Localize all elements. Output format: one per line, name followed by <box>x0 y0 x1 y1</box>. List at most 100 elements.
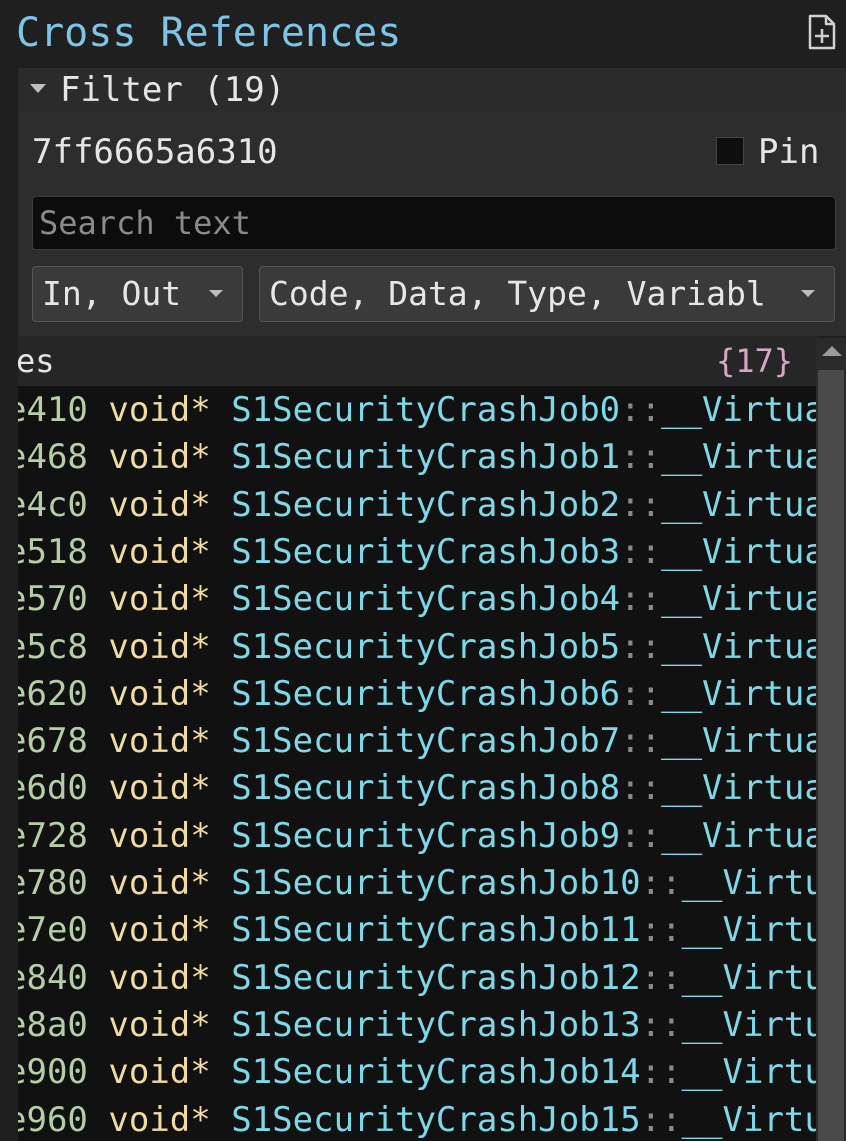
xref-member: __Virtua <box>661 390 816 430</box>
xref-scope-separator: :: <box>620 673 662 714</box>
xref-type: void* <box>108 1052 211 1093</box>
xref-row[interactable]: e780 void* S1SecurityCrashJob10::__Virtu <box>18 860 816 907</box>
xref-symbol: S1SecurityCrashJob2 <box>231 484 621 525</box>
xref-row[interactable]: e5c8 void* S1SecurityCrashJob5::__Virtua <box>18 624 816 671</box>
chevron-down-icon <box>209 290 223 297</box>
xref-symbol: S1SecurityCrashJob15 <box>231 1099 641 1140</box>
xref-row[interactable]: e728 void* S1SecurityCrashJob9::__Virtua <box>18 813 816 860</box>
xref-scope-separator: :: <box>640 1099 682 1140</box>
xref-symbol: S1SecurityCrashJob5 <box>231 626 621 667</box>
xref-row[interactable]: e4c0 void* S1SecurityCrashJob2::__Virtua <box>18 482 816 529</box>
scroll-up-arrow-icon[interactable] <box>822 346 842 356</box>
xref-row[interactable]: e6d0 void* S1SecurityCrashJob8::__Virtua <box>18 765 816 812</box>
xref-member: __Virtua <box>661 768 816 809</box>
xref-scope-separator: :: <box>620 579 662 620</box>
xref-address: e5c8 <box>18 626 88 667</box>
xref-type: void* <box>108 484 211 525</box>
xref-address: e518 <box>18 531 88 572</box>
xref-symbol: S1SecurityCrashJob7 <box>231 721 621 762</box>
xref-scope-separator: :: <box>620 721 662 762</box>
new-pane-button[interactable] <box>806 14 838 50</box>
xref-scope-separator: :: <box>640 957 682 998</box>
xref-symbol: S1SecurityCrashJob4 <box>231 579 621 620</box>
xref-row[interactable]: e960 void* S1SecurityCrashJob15::__Virtu <box>18 1097 816 1141</box>
xref-member: __Virtu <box>681 1099 816 1140</box>
xref-symbol: S1SecurityCrashJob10 <box>231 863 641 903</box>
xref-scope-separator: :: <box>640 1052 682 1093</box>
xref-scope-separator: :: <box>620 768 662 809</box>
xref-member: __Virtua <box>661 815 816 856</box>
xref-type: void* <box>108 437 211 478</box>
xref-member: __Virtua <box>661 484 816 525</box>
xref-row[interactable]: e518 void* S1SecurityCrashJob3::__Virtua <box>18 529 816 576</box>
results-header <box>18 336 818 386</box>
xref-row[interactable]: e468 void* S1SecurityCrashJob1::__Virtua <box>18 434 816 481</box>
xref-address: e840 <box>18 957 88 998</box>
xref-type: void* <box>108 910 211 951</box>
xref-row[interactable]: e410 void* S1SecurityCrashJob0::__Virtua <box>18 387 816 434</box>
xref-row[interactable]: e840 void* S1SecurityCrashJob12::__Virtu <box>18 955 816 1002</box>
xref-type: void* <box>108 768 211 809</box>
xref-member: __Virtu <box>681 910 816 951</box>
xref-address: e728 <box>18 815 88 856</box>
xref-type: void* <box>108 531 211 572</box>
scrollbar-thumb[interactable] <box>818 370 844 1141</box>
xref-member: __Virtu <box>681 957 816 998</box>
xref-symbol: S1SecurityCrashJob11 <box>231 910 641 951</box>
pin-label[interactable]: Pin <box>758 128 819 176</box>
xref-type: void* <box>108 721 211 762</box>
xref-address: e4c0 <box>18 484 88 525</box>
xref-address: e780 <box>18 863 88 903</box>
xref-scope-separator: :: <box>640 863 682 903</box>
xref-member: __Virtua <box>661 626 816 667</box>
xref-scope-separator: :: <box>620 815 662 856</box>
xref-address: e6d0 <box>18 768 88 809</box>
search-input[interactable] <box>32 196 836 250</box>
results-header-label[interactable]: es <box>16 336 55 386</box>
xref-row[interactable]: e7e0 void* S1SecurityCrashJob11::__Virtu <box>18 907 816 954</box>
xref-symbol: S1SecurityCrashJob9 <box>231 815 621 856</box>
xref-scope-separator: :: <box>620 390 662 430</box>
type-dropdown[interactable]: Code, Data, Type, Variabl <box>259 266 835 322</box>
direction-dropdown[interactable]: In, Out <box>32 266 243 322</box>
xref-address: e8a0 <box>18 1004 88 1045</box>
xref-member: __Virtu <box>681 1004 816 1045</box>
xref-symbol: S1SecurityCrashJob14 <box>231 1052 641 1093</box>
xref-type: void* <box>108 815 211 856</box>
xref-type: void* <box>108 579 211 620</box>
xref-scope-separator: :: <box>620 626 662 667</box>
xref-row[interactable]: e570 void* S1SecurityCrashJob4::__Virtua <box>18 576 816 623</box>
new-document-plus-icon <box>808 14 836 50</box>
xref-symbol: S1SecurityCrashJob0 <box>231 390 621 430</box>
xref-symbol: S1SecurityCrashJob6 <box>231 673 621 714</box>
xref-row[interactable]: e620 void* S1SecurityCrashJob6::__Virtua <box>18 671 816 718</box>
xref-symbol: S1SecurityCrashJob12 <box>231 957 641 998</box>
results-list: e410 void* S1SecurityCrashJob0::__Virtua… <box>18 386 816 1141</box>
panel-title: Cross References <box>16 10 402 56</box>
xref-row[interactable]: e678 void* S1SecurityCrashJob7::__Virtua <box>18 718 816 765</box>
xref-address: e960 <box>18 1099 88 1140</box>
xref-type: void* <box>108 673 211 714</box>
xref-member: __Virtua <box>661 673 816 714</box>
chevron-down-icon <box>801 290 815 297</box>
xref-address: e678 <box>18 721 88 762</box>
result-count-badge: {17} <box>716 342 794 380</box>
type-dropdown-value: Code, Data, Type, Variabl <box>269 274 766 313</box>
xref-scope-separator: :: <box>620 437 662 478</box>
xref-type: void* <box>108 1099 211 1140</box>
xref-row[interactable]: e8a0 void* S1SecurityCrashJob13::__Virtu <box>18 1002 816 1049</box>
xref-member: __Virtu <box>681 863 816 903</box>
xref-address: e468 <box>18 437 88 478</box>
xref-type: void* <box>108 863 211 903</box>
pin-checkbox[interactable] <box>716 137 744 165</box>
caret-down-icon[interactable] <box>30 84 46 93</box>
xref-scope-separator: :: <box>620 531 662 572</box>
filter-label[interactable]: Filter (19) <box>60 68 285 112</box>
xref-member: __Virtua <box>661 721 816 762</box>
xref-address: e7e0 <box>18 910 88 951</box>
xref-type: void* <box>108 390 211 430</box>
xref-row[interactable]: e900 void* S1SecurityCrashJob14::__Virtu <box>18 1049 816 1096</box>
xref-scope-separator: :: <box>620 484 662 525</box>
xref-type: void* <box>108 1004 211 1045</box>
xref-member: __Virtua <box>661 531 816 572</box>
